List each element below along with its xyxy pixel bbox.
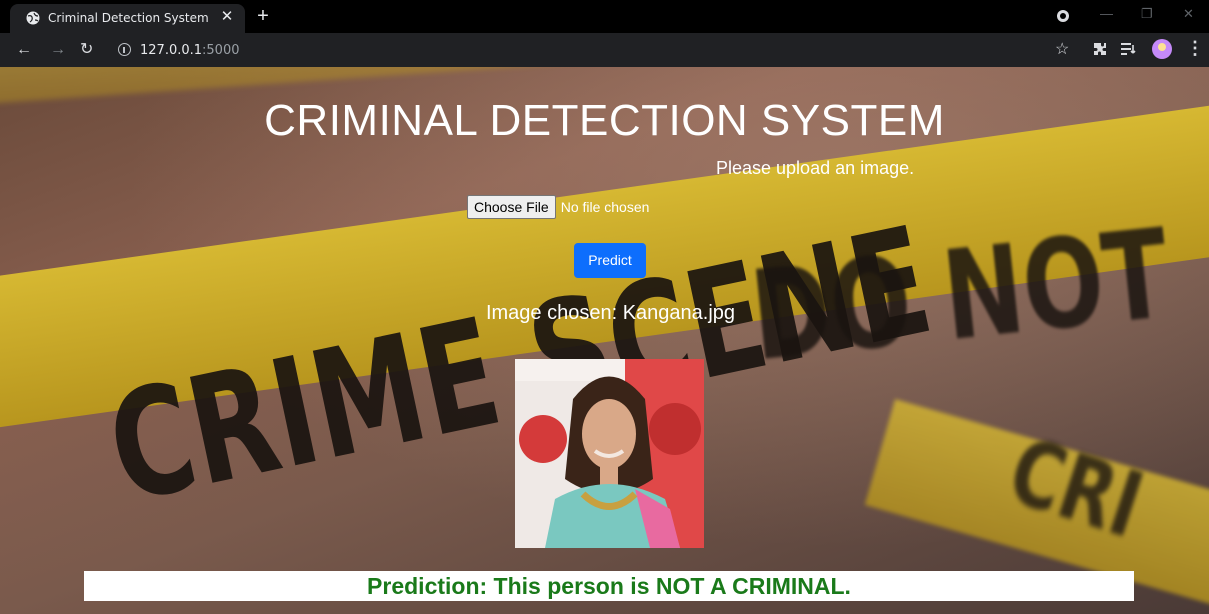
browser-tab[interactable]: Criminal Detection System ✕ bbox=[10, 4, 245, 33]
reading-list-icon[interactable] bbox=[1121, 42, 1137, 56]
url-text[interactable]: 127.0.0.1:5000 bbox=[140, 43, 240, 58]
site-info-icon[interactable] bbox=[118, 43, 131, 56]
browser-menu-icon[interactable]: ⋮ bbox=[1186, 38, 1204, 59]
image-chosen-label: Image chosen: Kangana.jpg bbox=[485, 302, 736, 324]
minimize-icon[interactable]: — bbox=[1100, 6, 1113, 21]
tab-title: Criminal Detection System bbox=[48, 11, 209, 25]
address-bar[interactable]: 127.0.0.1:5000 bbox=[108, 37, 1043, 64]
new-tab-icon[interactable]: + bbox=[253, 6, 273, 26]
page-viewport: CRIME SCENE DO NOT CRI CRIMINAL DETECTIO… bbox=[0, 67, 1209, 614]
reload-icon[interactable]: ↻ bbox=[80, 41, 93, 59]
back-icon[interactable]: ← bbox=[16, 41, 32, 59]
prediction-result: Prediction: This person is NOT A CRIMINA… bbox=[84, 571, 1134, 601]
bookmark-star-icon[interactable]: ☆ bbox=[1055, 39, 1069, 59]
portrait-image bbox=[515, 359, 704, 548]
extensions-icon[interactable] bbox=[1092, 41, 1108, 57]
page-title: CRIMINAL DETECTION SYSTEM bbox=[264, 96, 945, 145]
close-window-icon[interactable]: ✕ bbox=[1183, 6, 1194, 22]
profile-avatar[interactable] bbox=[1152, 39, 1172, 59]
restore-icon[interactable]: ❐ bbox=[1141, 6, 1153, 22]
choose-file-button[interactable]: Choose File bbox=[467, 195, 556, 219]
browser-toolbar: ← → ↻ 127.0.0.1:5000 bbox=[0, 33, 1209, 67]
recording-icon[interactable] bbox=[1057, 10, 1069, 22]
browser-tab-strip: Criminal Detection System ✕ + — ❐ ✕ bbox=[0, 0, 1209, 33]
prediction-text: Prediction: This person is NOT A CRIMINA… bbox=[367, 573, 851, 599]
close-tab-icon[interactable]: ✕ bbox=[218, 8, 236, 26]
upload-hint: Please upload an image. bbox=[716, 158, 915, 178]
predict-button[interactable]: Predict bbox=[574, 243, 646, 278]
forward-icon[interactable]: → bbox=[50, 41, 66, 59]
uploaded-photo bbox=[515, 359, 704, 548]
file-input[interactable]: Choose File No file chosen bbox=[467, 195, 649, 219]
file-status-text: No file chosen bbox=[560, 199, 650, 215]
globe-icon bbox=[26, 11, 40, 25]
